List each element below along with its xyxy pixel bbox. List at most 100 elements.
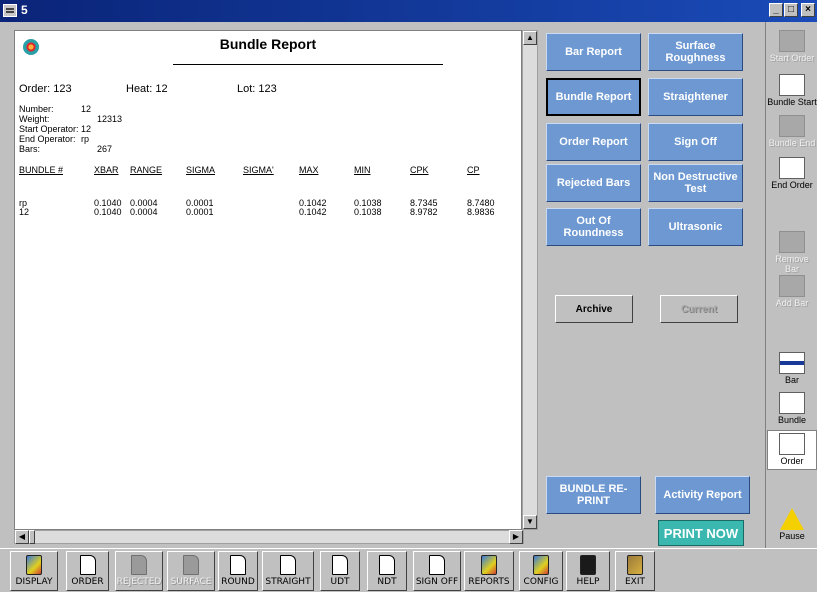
archive-button[interactable]: Archive xyxy=(555,295,633,323)
sign-off-label: SIGN OFF xyxy=(415,577,459,587)
order-label: Order: 123 xyxy=(19,83,72,95)
sign-off-button[interactable]: Sign Off xyxy=(648,123,743,161)
scroll-left-icon[interactable]: ◀ xyxy=(15,530,29,544)
reports-button[interactable]: REPORTS xyxy=(464,551,514,591)
udt-label: UDT xyxy=(330,577,350,587)
activity-report-button[interactable]: Activity Report xyxy=(655,476,750,514)
rejected-bars-button[interactable]: Rejected Bars xyxy=(546,164,641,202)
info-value: 12 xyxy=(81,124,92,134)
bundle-reprint-button[interactable]: BUNDLE RE-PRINT xyxy=(546,476,641,514)
straightener-button[interactable]: Straightener xyxy=(648,78,743,116)
vertical-scrollbar[interactable]: ▲ ▼ xyxy=(522,30,538,530)
bundle-report-button[interactable]: Bundle Report xyxy=(546,78,641,116)
remove-bar-button[interactable]: Remove Bar xyxy=(767,229,817,274)
info-labels: Number: Weight: Start Operator: End Oper… xyxy=(19,104,79,154)
order-view-label: Order xyxy=(780,456,804,466)
help-button[interactable]: HELP xyxy=(566,551,610,591)
table-cell: 0.0004 xyxy=(130,207,158,217)
help-label: HELP xyxy=(576,577,600,587)
table-cell: 0.1042 xyxy=(299,207,327,217)
rejected-button[interactable]: REJECTED xyxy=(115,551,163,591)
straight-label: STRAIGHT xyxy=(265,577,311,587)
surface-icon xyxy=(183,555,199,575)
info-label: Weight: xyxy=(19,114,50,124)
ndt-button[interactable]: NDT xyxy=(367,551,407,591)
udt-button[interactable]: UDT xyxy=(320,551,360,591)
reports-icon xyxy=(481,555,497,575)
current-button[interactable]: Current xyxy=(660,295,738,323)
scroll-thumb[interactable] xyxy=(29,530,35,544)
ultrasonic-button[interactable]: Ultrasonic xyxy=(648,208,743,246)
start-order-icon xyxy=(779,30,805,52)
scroll-down-icon[interactable]: ▼ xyxy=(523,515,537,529)
horizontal-scrollbar[interactable]: ◀ ▶ xyxy=(14,530,524,544)
bundle-end-button[interactable]: Bundle End xyxy=(767,113,817,153)
rejected-label: REJECTED xyxy=(116,577,162,587)
exit-button[interactable]: EXIT xyxy=(615,551,655,591)
scroll-right-icon[interactable]: ▶ xyxy=(509,530,523,544)
document-icon xyxy=(332,555,348,575)
maximize-button[interactable]: □ xyxy=(784,3,798,17)
order-button[interactable]: ORDER xyxy=(66,551,109,591)
order-view-button[interactable]: Order xyxy=(767,430,817,470)
surface-label: SURFACE xyxy=(170,577,212,587)
bar-report-button[interactable]: Bar Report xyxy=(546,33,641,71)
add-bar-button[interactable]: Add Bar xyxy=(767,273,817,313)
column-header: CP xyxy=(467,165,480,175)
info-value: rp xyxy=(81,134,90,144)
sign-off-toolbar-button[interactable]: SIGN OFF xyxy=(413,551,461,591)
order-report-button[interactable]: Order Report xyxy=(546,123,641,161)
config-button[interactable]: CONFIG xyxy=(519,551,563,591)
info-label: Number: xyxy=(19,104,54,114)
scroll-up-icon[interactable]: ▲ xyxy=(523,31,537,45)
table-cell: 8.9782 xyxy=(410,207,438,217)
help-book-icon xyxy=(580,555,596,575)
display-button[interactable]: DISPLAY xyxy=(10,551,58,591)
bar-view-label: Bar xyxy=(784,375,799,385)
document-icon xyxy=(429,555,445,575)
bundle-start-label: Bundle Start xyxy=(767,97,817,107)
minimize-button[interactable]: _ xyxy=(769,3,783,17)
column-header: RANGE xyxy=(130,165,163,175)
table-cell: 0.1040 xyxy=(94,207,122,217)
document-icon xyxy=(280,555,296,575)
bar-view-button[interactable]: Bar xyxy=(767,350,817,390)
out-of-roundness-button[interactable]: Out Of Roundness xyxy=(546,208,641,246)
non-destructive-test-button[interactable]: Non Destructive Test xyxy=(648,164,743,202)
column-header: SIGMA xyxy=(186,165,216,175)
print-now-button[interactable]: PRINT NOW xyxy=(658,520,744,546)
order-icon xyxy=(779,433,805,455)
rejected-icon xyxy=(131,555,147,575)
warning-icon xyxy=(780,508,804,530)
table-cell: 12 xyxy=(19,207,30,217)
info-label: End Operator: xyxy=(19,134,76,144)
config-icon xyxy=(533,555,549,575)
bundle-start-icon xyxy=(779,74,805,96)
heat-label: Heat: 12 xyxy=(126,83,168,95)
exit-label: EXIT xyxy=(624,577,645,587)
end-order-icon xyxy=(779,157,805,179)
remove-bar-label: Remove Bar xyxy=(775,254,809,274)
bundle-start-button[interactable]: Bundle Start xyxy=(767,72,817,112)
system-menu-icon[interactable] xyxy=(3,4,17,17)
start-order-button[interactable]: Start Order xyxy=(767,28,817,68)
add-bar-label: Add Bar xyxy=(775,298,809,308)
column-header: MAX xyxy=(299,165,319,175)
ndt-label: NDT xyxy=(377,577,397,587)
bundle-end-label: Bundle End xyxy=(768,138,816,148)
title-bar: 5 _ □ × xyxy=(0,0,817,22)
end-order-button[interactable]: End Order xyxy=(767,155,817,195)
surface-roughness-button[interactable]: Surface Roughness xyxy=(648,33,743,71)
bundle-view-button[interactable]: Bundle xyxy=(767,390,817,430)
pause-button[interactable]: Pause xyxy=(767,505,817,545)
round-label: ROUND xyxy=(221,577,255,587)
close-button[interactable]: × xyxy=(801,3,815,17)
round-button[interactable]: ROUND xyxy=(218,551,258,591)
table-cell: 8.9836 xyxy=(467,207,495,217)
surface-button[interactable]: SURFACE xyxy=(167,551,215,591)
column-header: SIGMA' xyxy=(243,165,274,175)
info-value: 12313 xyxy=(97,114,123,124)
window-title: 5 xyxy=(21,3,28,17)
column-header: CPK xyxy=(410,165,429,175)
straight-button[interactable]: STRAIGHT xyxy=(262,551,314,591)
